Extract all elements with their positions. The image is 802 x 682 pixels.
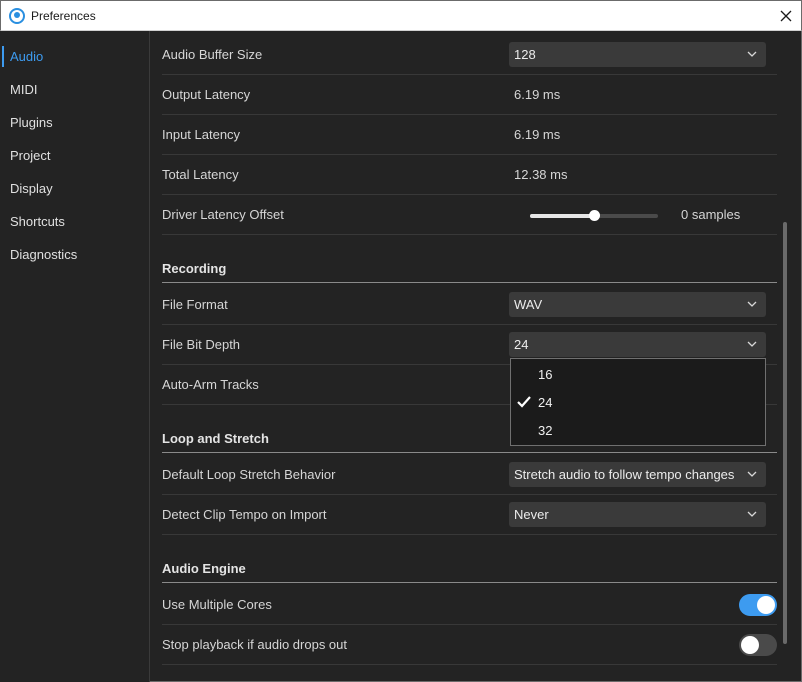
checkmark-icon bbox=[517, 396, 531, 408]
window-title: Preferences bbox=[31, 8, 96, 23]
vertical-scrollbar[interactable] bbox=[783, 222, 787, 644]
multiple-cores-label: Use Multiple Cores bbox=[162, 597, 272, 612]
close-button[interactable] bbox=[771, 1, 801, 31]
chevron-down-icon bbox=[747, 471, 757, 477]
detect-tempo-select[interactable]: Never bbox=[509, 502, 766, 527]
driver-offset-label: Driver Latency Offset bbox=[162, 207, 284, 222]
total-latency-row: Total Latency 12.38 ms bbox=[162, 155, 777, 195]
sidebar-item-display[interactable]: Display bbox=[0, 172, 149, 205]
driver-offset-slider[interactable] bbox=[530, 210, 658, 221]
total-latency-label: Total Latency bbox=[162, 167, 239, 182]
stop-dropout-label: Stop playback if audio drops out bbox=[162, 637, 348, 652]
title-bar: Preferences bbox=[0, 0, 802, 31]
buffer-size-row: Audio Buffer Size 128 bbox=[162, 35, 777, 75]
sidebar-item-midi[interactable]: MIDI bbox=[0, 73, 149, 106]
file-format-value: WAV bbox=[514, 297, 543, 312]
loop-behavior-select[interactable]: Stretch audio to follow tempo changes bbox=[509, 462, 766, 487]
total-latency-value: 12.38 ms bbox=[514, 167, 568, 182]
sidebar-item-label: MIDI bbox=[10, 82, 38, 97]
detect-tempo-value: Never bbox=[514, 507, 549, 522]
loop-behavior-value: Stretch audio to follow tempo changes bbox=[514, 467, 735, 482]
buffer-size-select[interactable]: 128 bbox=[509, 42, 766, 67]
multiple-cores-toggle[interactable] bbox=[739, 594, 777, 616]
loop-behavior-row: Default Loop Stretch Behavior Stretch au… bbox=[162, 455, 777, 495]
sidebar-item-plugins[interactable]: Plugins bbox=[0, 106, 149, 139]
dropdown-option-16[interactable]: 16 bbox=[511, 360, 765, 388]
sidebar-item-label: Display bbox=[10, 181, 53, 196]
detect-tempo-label: Detect Clip Tempo on Import bbox=[162, 507, 327, 522]
bit-depth-dropdown: 16 24 32 bbox=[510, 358, 766, 446]
sidebar-item-label: Project bbox=[10, 148, 51, 163]
bit-depth-label: File Bit Depth bbox=[162, 337, 241, 352]
file-format-label: File Format bbox=[162, 297, 228, 312]
detect-tempo-row: Detect Clip Tempo on Import Never bbox=[162, 495, 777, 535]
bit-depth-select[interactable]: 24 bbox=[509, 332, 766, 357]
output-latency-label: Output Latency bbox=[162, 87, 251, 102]
settings-panel: Audio Buffer Size 128 Output Latency 6.1… bbox=[150, 31, 790, 682]
sidebar-item-diagnostics[interactable]: Diagnostics bbox=[0, 238, 149, 271]
dropdown-option-24[interactable]: 24 bbox=[511, 388, 765, 416]
input-latency-label: Input Latency bbox=[162, 127, 241, 142]
slider-thumb[interactable] bbox=[589, 210, 600, 221]
sidebar-item-label: Plugins bbox=[10, 115, 53, 130]
chevron-down-icon bbox=[747, 51, 757, 57]
buffer-size-value: 128 bbox=[514, 47, 536, 62]
engine-section-header: Audio Engine bbox=[162, 551, 777, 583]
dropdown-option-32[interactable]: 32 bbox=[511, 416, 765, 444]
bit-depth-value: 24 bbox=[514, 337, 529, 352]
stop-dropout-toggle[interactable] bbox=[739, 634, 777, 656]
chevron-down-icon bbox=[747, 511, 757, 517]
input-latency-value: 6.19 ms bbox=[514, 127, 561, 142]
chevron-down-icon bbox=[747, 341, 757, 347]
output-latency-value: 6.19 ms bbox=[514, 87, 561, 102]
sidebar-item-project[interactable]: Project bbox=[0, 139, 149, 172]
slider-fill bbox=[530, 214, 594, 218]
close-icon bbox=[780, 10, 792, 22]
stop-dropout-row: Stop playback if audio drops out bbox=[162, 625, 777, 665]
recording-section-header: Recording bbox=[162, 251, 777, 283]
multiple-cores-row: Use Multiple Cores bbox=[162, 585, 777, 625]
loop-behavior-label: Default Loop Stretch Behavior bbox=[162, 467, 336, 482]
input-latency-row: Input Latency 6.19 ms bbox=[162, 115, 777, 155]
driver-offset-value: 0 samples bbox=[681, 207, 741, 222]
buffer-size-label: Audio Buffer Size bbox=[162, 47, 263, 62]
option-label: 24 bbox=[538, 394, 553, 410]
sidebar: Audio MIDI Plugins Project Display Short… bbox=[0, 31, 150, 682]
option-label: 32 bbox=[538, 422, 553, 438]
sidebar-item-shortcuts[interactable]: Shortcuts bbox=[0, 205, 149, 238]
driver-offset-row: Driver Latency Offset 0 samples bbox=[162, 195, 777, 235]
sidebar-item-label: Audio bbox=[10, 49, 44, 64]
file-format-row: File Format WAV bbox=[162, 285, 777, 325]
app-logo-icon bbox=[9, 7, 25, 24]
option-label: 16 bbox=[538, 366, 553, 382]
sidebar-item-label: Shortcuts bbox=[10, 214, 65, 229]
sidebar-item-audio[interactable]: Audio bbox=[0, 40, 149, 73]
sidebar-item-label: Diagnostics bbox=[10, 247, 78, 262]
toggle-knob bbox=[757, 596, 775, 614]
toggle-knob bbox=[741, 636, 759, 654]
chevron-down-icon bbox=[747, 301, 757, 307]
file-format-select[interactable]: WAV bbox=[509, 292, 766, 317]
auto-arm-label: Auto-Arm Tracks bbox=[162, 377, 259, 392]
output-latency-row: Output Latency 6.19 ms bbox=[162, 75, 777, 115]
